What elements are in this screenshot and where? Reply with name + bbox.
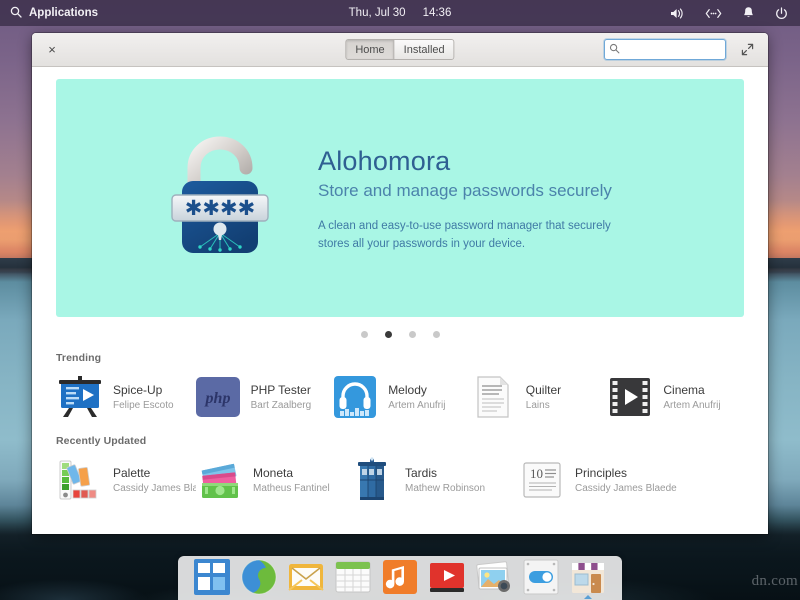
maximize-button[interactable] <box>738 41 756 59</box>
app-name: Moneta <box>253 466 330 480</box>
dock <box>178 556 622 600</box>
carousel-dots <box>56 317 744 348</box>
tab-home[interactable]: Home <box>346 40 393 59</box>
banner-subtitle: Store and manage passwords securely <box>318 181 638 201</box>
app-author: Felipe Escoto <box>113 400 174 411</box>
top-panel: Applications Thu, Jul 30 14:36 <box>0 0 800 26</box>
app-meta: Melody Artem Anufrij <box>388 383 445 411</box>
app-author: Cassidy James Blaede <box>575 483 677 494</box>
app-card-melody[interactable]: Melody Artem Anufrij <box>331 373 469 421</box>
app-author: Artem Anufrij <box>663 400 720 411</box>
watermark: dn.com <box>752 573 798 590</box>
power-icon[interactable] <box>775 7 788 20</box>
notifications-bell-icon[interactable] <box>742 6 755 20</box>
panel-tray <box>670 6 800 20</box>
app-name: Cinema <box>663 383 720 397</box>
appcenter-icon[interactable] <box>568 557 608 597</box>
app-author: Matheus Fantinel <box>253 483 330 494</box>
settings-icon[interactable] <box>521 557 561 597</box>
app-author: Mathew Robinson <box>405 483 485 494</box>
web-browser-icon[interactable] <box>239 557 279 597</box>
app-card-cinema[interactable]: Cinema Artem Anufrij <box>606 373 744 421</box>
app-meta: Principles Cassidy James Blaede <box>575 466 677 494</box>
app-row-recently-updated: Palette Cassidy James Blaede <box>56 456 744 504</box>
search-icon <box>609 41 620 59</box>
app-author: Bart Zaalberg <box>251 400 312 411</box>
app-name: Palette <box>113 466 196 480</box>
search-input[interactable] <box>624 44 721 56</box>
app-meta: Moneta Matheus Fantinel <box>253 466 330 494</box>
document-lines-icon <box>469 373 517 421</box>
app-name: Tardis <box>405 466 485 480</box>
carousel-dot-3[interactable] <box>409 331 416 338</box>
app-meta: PHP Tester Bart Zaalberg <box>251 383 312 411</box>
search-field[interactable] <box>604 39 726 60</box>
files-icon[interactable] <box>192 557 232 597</box>
video-icon[interactable] <box>427 557 467 597</box>
network-icon[interactable] <box>705 8 722 19</box>
panel-left: Applications <box>0 6 98 21</box>
app-card-tardis[interactable]: Tardis Mathew Robinson <box>348 456 518 504</box>
music-icon[interactable] <box>380 557 420 597</box>
app-card-palette[interactable]: Palette Cassidy James Blaede <box>56 456 196 504</box>
app-author: Lains <box>526 400 561 411</box>
headphones-icon <box>331 373 379 421</box>
appcenter-window: × Home Installed <box>32 33 768 534</box>
app-meta: Tardis Mathew Robinson <box>405 466 485 494</box>
banner-title: Alohomora <box>318 147 638 177</box>
color-swatches-icon <box>56 456 104 504</box>
app-meta: Quilter Lains <box>526 383 561 411</box>
close-button[interactable]: × <box>41 39 63 61</box>
app-meta: Palette Cassidy James Blaede <box>113 466 196 494</box>
section-recently-updated: Recently Updated <box>56 435 744 504</box>
film-play-icon <box>606 373 654 421</box>
svg-text:10: 10 <box>530 466 543 481</box>
featured-banner[interactable]: ✱✱✱✱ Alohomora Store and manage password… <box>56 79 744 317</box>
app-card-principles[interactable]: 10 Principles <box>518 456 698 504</box>
presentation-icon <box>56 373 104 421</box>
money-cards-icon <box>196 456 244 504</box>
app-author: Cassidy James Blaede <box>113 483 196 494</box>
app-name: Quilter <box>526 383 561 397</box>
window-titlebar: × Home Installed <box>32 33 768 67</box>
app-meta: Cinema Artem Anufrij <box>663 383 720 411</box>
carousel-dot-2[interactable] <box>385 331 392 338</box>
section-title-trending: Trending <box>56 352 744 364</box>
window-content: ✱✱✱✱ Alohomora Store and manage password… <box>32 67 768 534</box>
document-ten-icon: 10 <box>518 456 566 504</box>
svg-text:php: php <box>203 390 230 407</box>
banner-description: A clean and easy-to-use password manager… <box>318 218 638 254</box>
app-card-moneta[interactable]: Moneta Matheus Fantinel <box>196 456 348 504</box>
padlock-icon: ✱✱✱✱ <box>164 133 282 263</box>
app-card-php-tester[interactable]: php PHP Tester Bart Zaalberg <box>194 373 332 421</box>
running-indicator <box>584 595 592 599</box>
view-mode-switcher: Home Installed <box>345 39 454 60</box>
app-name: Principles <box>575 466 677 480</box>
app-meta: Spice-Up Felipe Escoto <box>113 383 174 411</box>
app-card-quilter[interactable]: Quilter Lains <box>469 373 607 421</box>
carousel-dot-1[interactable] <box>361 331 368 338</box>
password-mask-text: ✱✱✱✱ <box>185 196 255 220</box>
carousel-dot-4[interactable] <box>433 331 440 338</box>
calendar-icon[interactable] <box>333 557 373 597</box>
section-title-recently-updated: Recently Updated <box>56 435 744 447</box>
app-name: Spice-Up <box>113 383 174 397</box>
search-icon <box>10 6 22 21</box>
tab-installed[interactable]: Installed <box>394 40 454 59</box>
panel-date[interactable]: Thu, Jul 30 <box>349 7 406 19</box>
banner-text: Alohomora Store and manage passwords sec… <box>318 143 638 254</box>
section-trending: Trending <box>56 352 744 421</box>
photos-icon[interactable] <box>474 557 514 597</box>
mail-icon[interactable] <box>286 557 326 597</box>
volume-icon[interactable] <box>670 7 685 20</box>
app-author: Artem Anufrij <box>388 400 445 411</box>
app-row-trending: Spice-Up Felipe Escoto php PHP Tester Ba… <box>56 373 744 421</box>
app-card-spice-up[interactable]: Spice-Up Felipe Escoto <box>56 373 194 421</box>
php-icon: php <box>194 373 242 421</box>
app-name: Melody <box>388 383 445 397</box>
panel-time[interactable]: 14:36 <box>423 7 452 19</box>
applications-menu-button[interactable]: Applications <box>29 7 98 19</box>
app-name: PHP Tester <box>251 383 312 397</box>
police-box-icon <box>348 456 396 504</box>
